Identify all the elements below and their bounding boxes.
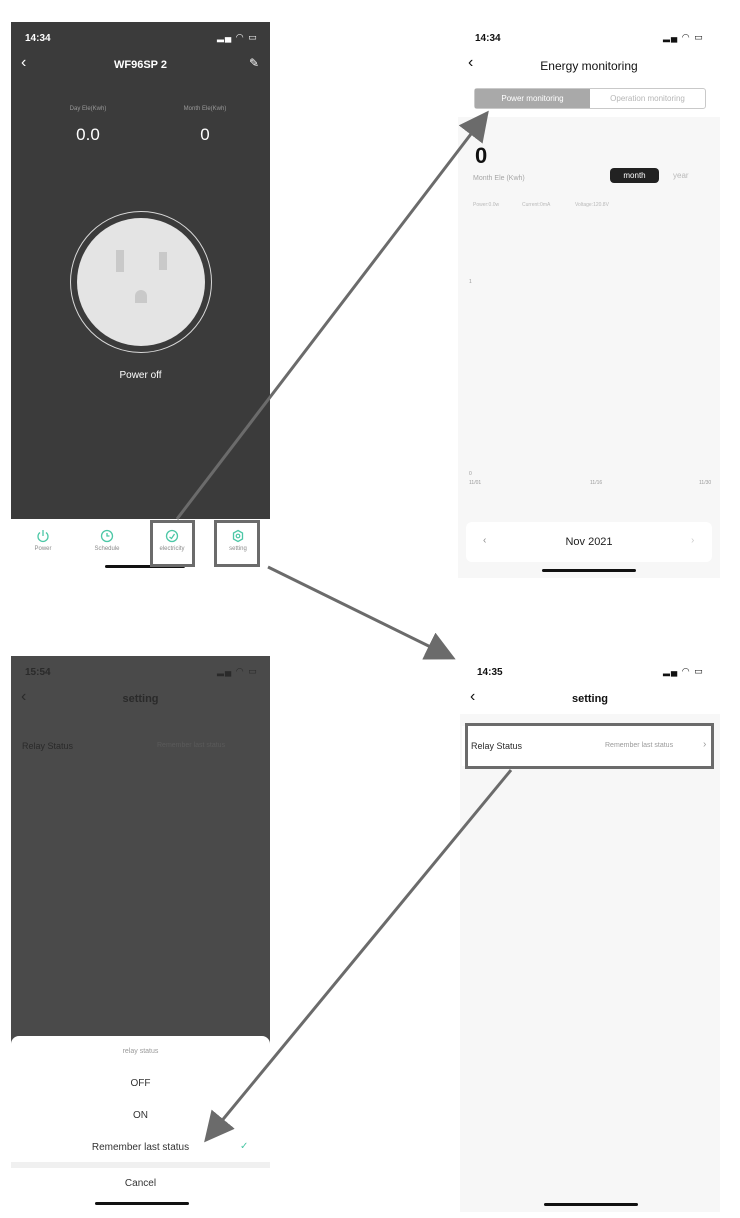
check-icon: ✓ (240, 1141, 249, 1152)
clock-icon (100, 529, 114, 543)
outlet-ground (135, 290, 147, 303)
status-time: 14:35 (477, 667, 503, 678)
tab-operation-monitoring[interactable]: Operation monitoring (590, 89, 705, 108)
highlight-relay-status (465, 723, 714, 769)
y-tick-0: 0 (469, 471, 472, 477)
page-title: Energy monitoring (540, 59, 638, 73)
tab-power-monitoring[interactable]: Power monitoring (475, 89, 590, 108)
status-time: 14:34 (475, 33, 501, 44)
x-tick-mid: 11/16 (590, 480, 603, 486)
toggle-month[interactable]: month (610, 168, 659, 183)
day-ele-value: 0.0 (76, 125, 100, 144)
power-state: Power off (119, 370, 162, 381)
highlight-setting (214, 520, 260, 567)
nav-power-label: Power (34, 546, 52, 552)
cancel-button[interactable]: Cancel (11, 1178, 270, 1189)
home-indicator (95, 1202, 189, 1205)
home-indicator (544, 1203, 638, 1206)
month-ele-label: Month Ele(Kwh) (183, 106, 227, 112)
status-icons: ▂▄ ◠ ▭ (663, 32, 704, 42)
y-tick-1: 1 (469, 279, 472, 285)
relay-action-sheet: relay status OFF ON Remember last status… (11, 1036, 270, 1211)
x-tick-end: 11/30 (699, 480, 712, 486)
day-ele-label: Day Ele(Kwh) (69, 106, 107, 112)
setting-header-bg (460, 656, 720, 714)
outlet-slot-left (116, 250, 124, 272)
option-remember-last-status[interactable]: Remember last status (11, 1142, 270, 1153)
status-icons: ▂▄ ◠ ▭ (217, 32, 258, 42)
main-device-screen: 14:34 ▂▄ ◠ ▭ ‹ WF96SP 2 ✎ Day Ele(Kwh) 0… (11, 22, 270, 575)
sheet-title: relay status (122, 1048, 159, 1055)
relay-status-label: Relay Status (22, 741, 74, 751)
status-time: 14:34 (25, 33, 51, 44)
month-ele-big-value: 0 (475, 143, 488, 168)
arrow-to-setting (267, 565, 456, 660)
next-period-icon[interactable]: › (691, 535, 694, 546)
option-off[interactable]: OFF (11, 1078, 270, 1089)
edit-icon[interactable]: ✎ (249, 56, 259, 70)
nav-schedule-label: Schedule (94, 546, 120, 552)
toggle-year[interactable]: year (673, 171, 689, 180)
power-icon (37, 530, 49, 543)
setting-action-sheet-screen: 15:54 ▂▄ ◠ ▭ ‹ setting Relay Status Reme… (11, 656, 270, 1211)
nav-power[interactable]: Power (18, 519, 68, 569)
stats-current: Current:0mA (522, 202, 551, 208)
period-label: Nov 2021 (565, 536, 613, 548)
highlight-electricity (150, 520, 195, 567)
relay-status-value: Remember last status (157, 742, 226, 749)
period-selector: ‹ Nov 2021 › (466, 522, 712, 562)
page-title: setting (122, 693, 159, 705)
status-icons: ▂▄ ◠ ▭ (217, 666, 258, 676)
nav-schedule[interactable]: Schedule (82, 519, 132, 569)
outlet-button[interactable] (77, 218, 205, 346)
month-ele-caption: Month Ele (Kwh) (473, 175, 525, 182)
stats-voltage: Voltage:120.8V (575, 202, 609, 208)
sheet-divider (11, 1162, 270, 1168)
home-indicator (542, 569, 636, 572)
stats-power: Power:0.0w (473, 202, 500, 208)
outlet-slot-right (159, 252, 167, 270)
status-time: 15:54 (25, 667, 51, 678)
x-tick-start: 11/01 (469, 480, 482, 486)
status-icons: ▂▄ ◠ ▭ (663, 666, 704, 676)
monitoring-tabs: Power monitoring Operation monitoring (474, 88, 706, 109)
energy-monitoring-screen: 14:34 ▂▄ ◠ ▭ ‹ Energy monitoring Power m… (458, 22, 720, 578)
page-title: setting (571, 693, 609, 705)
month-ele-value: 0 (200, 125, 210, 144)
option-on[interactable]: ON (11, 1110, 270, 1121)
device-name: WF96SP 2 (114, 59, 167, 71)
